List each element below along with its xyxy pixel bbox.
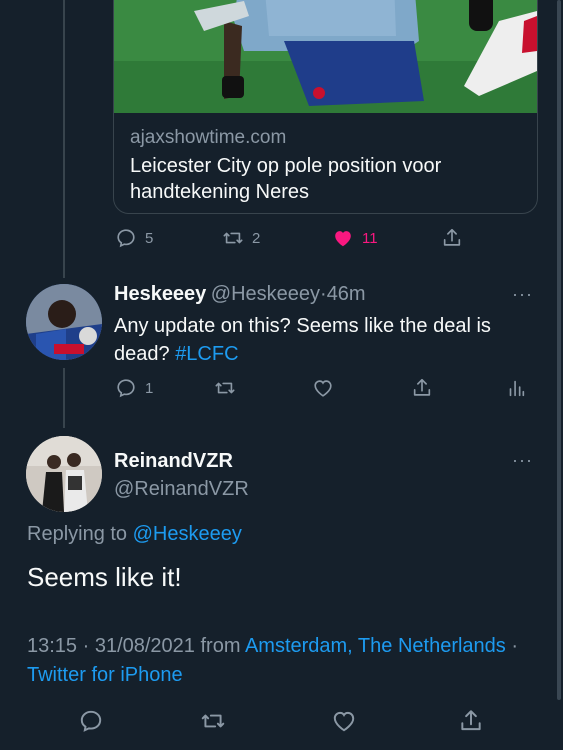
retweet-button[interactable] bbox=[200, 708, 226, 734]
user-handle[interactable]: @ReinandVZR bbox=[114, 478, 249, 501]
reply-button[interactable]: 1 bbox=[115, 377, 153, 399]
tweet2-header: Heskeeey @Heskeeey·46m bbox=[114, 283, 366, 306]
reply-count: 5 bbox=[145, 229, 154, 247]
retweet-icon bbox=[215, 382, 235, 394]
reply-count: 1 bbox=[145, 379, 154, 397]
client-link[interactable]: Twitter for iPhone bbox=[27, 664, 183, 686]
share-icon bbox=[413, 378, 431, 396]
display-name[interactable]: ReinandVZR bbox=[114, 450, 233, 472]
hashtag-link[interactable]: #LCFC bbox=[175, 343, 238, 365]
retweet-count: 2 bbox=[252, 229, 261, 247]
user-handle[interactable]: @Heskeeey bbox=[211, 283, 320, 305]
analytics-button[interactable] bbox=[505, 377, 527, 399]
share-button[interactable] bbox=[411, 377, 433, 399]
tweet2-text: Any update on this? Seems like the deal … bbox=[114, 312, 534, 368]
thread-line-1 bbox=[63, 0, 65, 278]
analytics-icon bbox=[509, 380, 525, 397]
link-card[interactable]: ajaxshowtime.com Leicester City op pole … bbox=[113, 0, 538, 214]
avatar-heskeeey[interactable] bbox=[26, 284, 102, 360]
thread-line-2 bbox=[63, 368, 65, 428]
display-name[interactable]: Heskeeey bbox=[114, 283, 206, 305]
card-photo-icon bbox=[114, 0, 537, 113]
reply-icon bbox=[80, 710, 102, 732]
card-image bbox=[114, 0, 537, 113]
location-link[interactable]: Amsterdam, The Netherlands bbox=[245, 635, 506, 657]
reply-button[interactable]: 5 bbox=[115, 227, 153, 249]
like-button[interactable]: 11 bbox=[332, 227, 378, 249]
more-options-icon[interactable]: ··· bbox=[512, 450, 533, 471]
like-button[interactable] bbox=[312, 377, 334, 399]
retweet-icon bbox=[223, 232, 243, 244]
reply-button[interactable] bbox=[78, 708, 104, 734]
tweet-text: Seems like it! bbox=[27, 562, 182, 592]
like-button[interactable] bbox=[331, 708, 357, 734]
avatar-photo-icon bbox=[26, 284, 102, 360]
tweet-meta: 13:15 · 31/08/2021 from Amsterdam, The N… bbox=[27, 632, 527, 690]
retweet-button[interactable]: 2 bbox=[222, 227, 260, 249]
avatar-reinandvzr[interactable] bbox=[26, 436, 102, 512]
like-count: 11 bbox=[362, 229, 378, 247]
retweet-icon bbox=[201, 714, 225, 728]
share-icon bbox=[461, 710, 481, 731]
card-domain: ajaxshowtime.com bbox=[130, 127, 287, 148]
timestamp[interactable]: 13:15 · 31/08/2021 from bbox=[27, 635, 240, 657]
card-title: Leicester City op pole position voor han… bbox=[130, 155, 442, 203]
separator: · bbox=[511, 635, 519, 657]
heart-icon bbox=[314, 380, 332, 397]
tweet3-name[interactable]: ReinandVZR bbox=[114, 450, 233, 473]
avatar-photo-icon bbox=[26, 436, 102, 512]
share-icon bbox=[443, 228, 461, 246]
replying-to: Replying to @Heskeeey bbox=[27, 523, 242, 546]
replying-prefix: Replying to bbox=[27, 523, 128, 545]
heart-filled-icon bbox=[335, 231, 351, 247]
heart-icon bbox=[333, 711, 355, 732]
timestamp[interactable]: 46m bbox=[327, 283, 366, 305]
retweet-button[interactable] bbox=[214, 377, 236, 399]
reply-icon bbox=[117, 379, 135, 398]
replying-handle-link[interactable]: @Heskeeey bbox=[133, 523, 242, 545]
share-button[interactable] bbox=[441, 227, 463, 249]
tweet-text: Any update on this? Seems like the deal … bbox=[114, 315, 491, 365]
separator: · bbox=[320, 283, 327, 305]
share-button[interactable] bbox=[458, 708, 484, 734]
scrollbar[interactable] bbox=[557, 0, 561, 700]
more-options-icon[interactable]: ··· bbox=[512, 284, 533, 305]
reply-icon bbox=[117, 229, 135, 248]
